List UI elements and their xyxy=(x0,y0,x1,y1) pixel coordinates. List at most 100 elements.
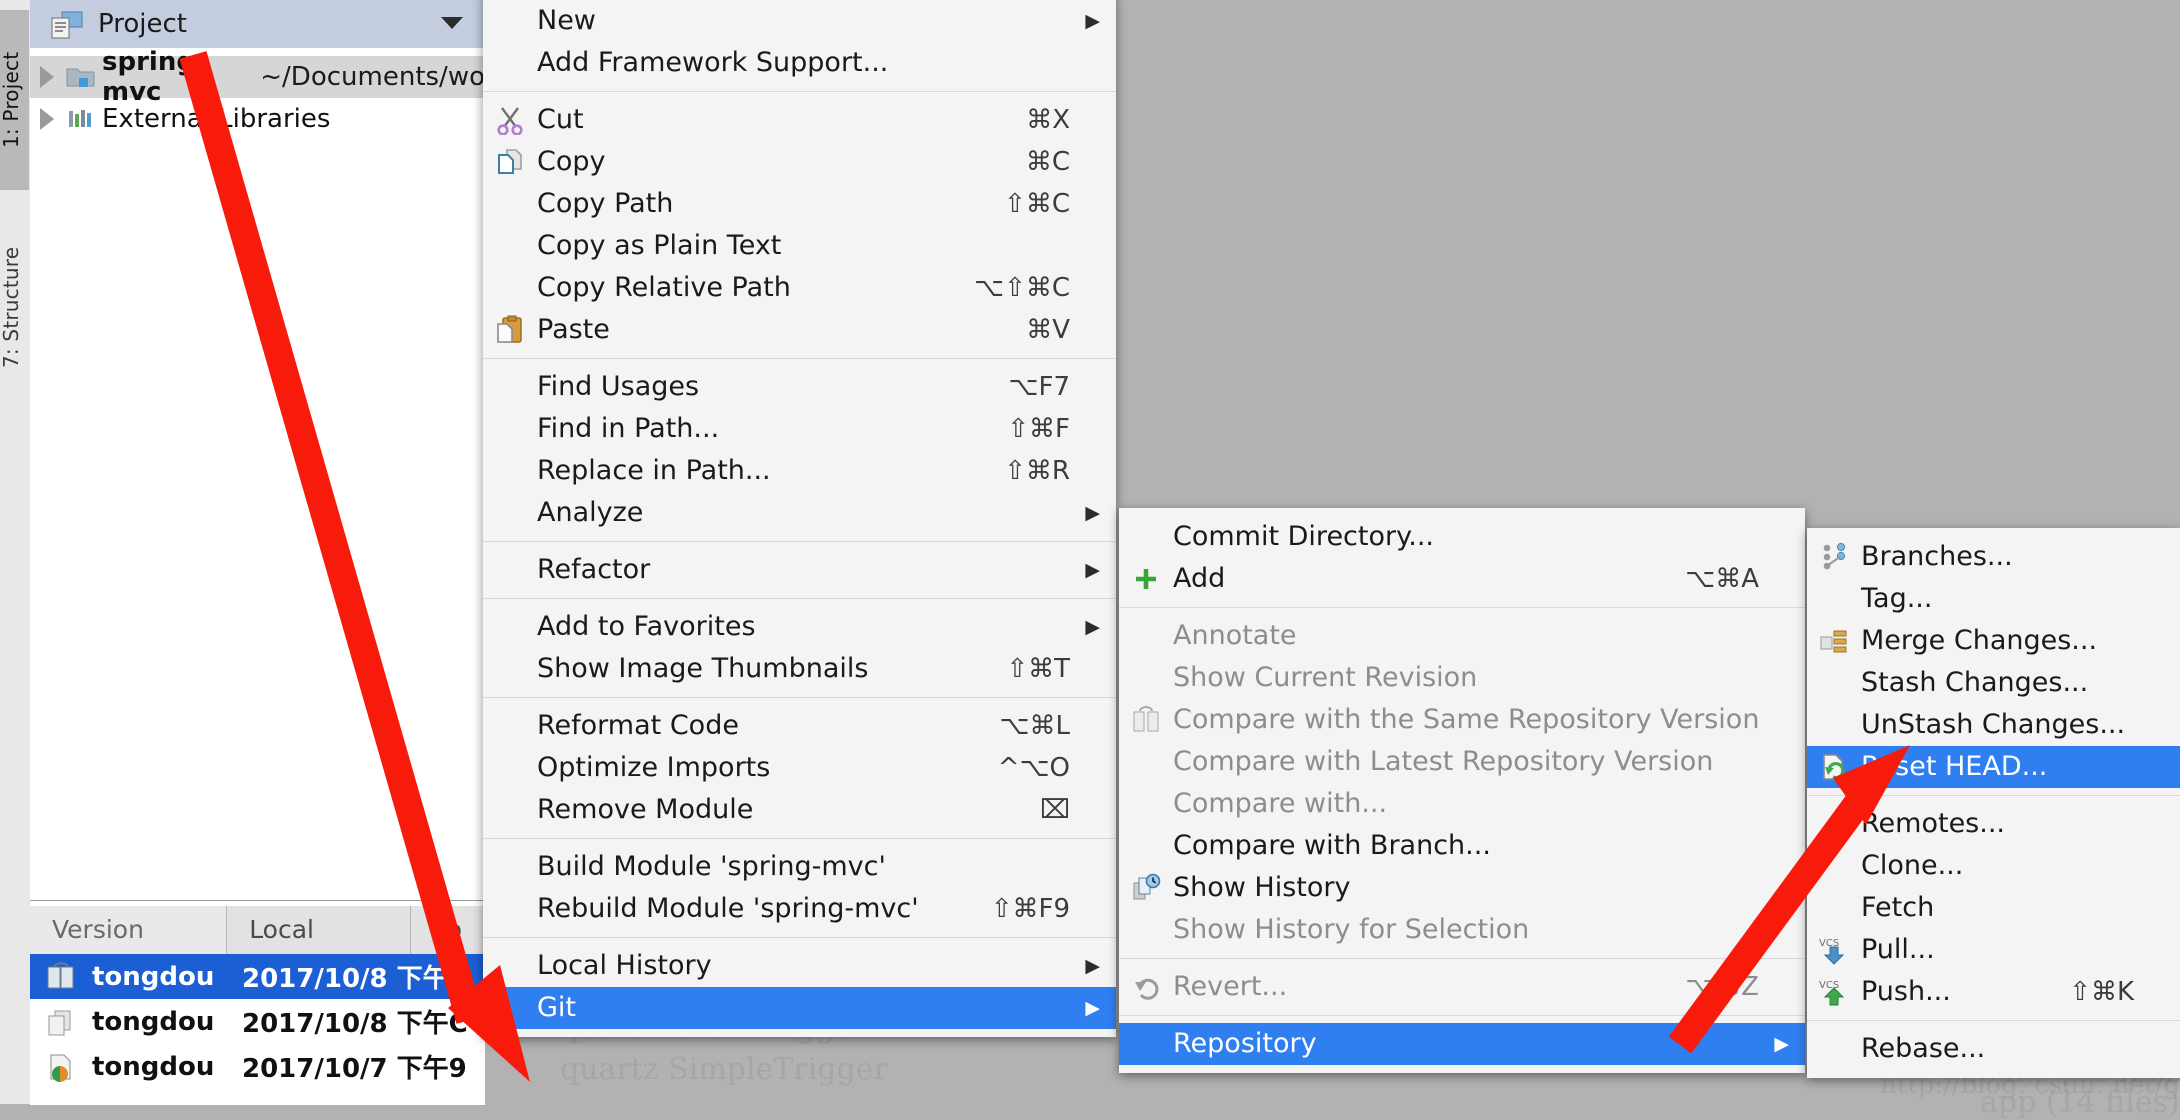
menu-item-add-to-favorites[interactable]: Add to Favorites▶ xyxy=(483,606,1116,648)
repository-submenu[interactable]: Branches...Tag...Merge Changes...Stash C… xyxy=(1807,528,2180,1078)
menu-item-copy-as-plain-text[interactable]: Copy as Plain Text xyxy=(483,225,1116,267)
project-context-menu[interactable]: New▶Add Framework Support...Cut⌘XCopy⌘CC… xyxy=(483,0,1116,1037)
menu-item-icon-slot xyxy=(1807,887,1861,929)
menu-item-compare-with[interactable]: Compare with... xyxy=(1119,783,1805,825)
menu-item-add[interactable]: Add⌥⌘A xyxy=(1119,558,1805,600)
menu-item-icon-slot xyxy=(483,747,537,789)
menu-item-label: Annotate xyxy=(1173,615,1759,657)
menu-item-remove-module[interactable]: Remove Module⌧ xyxy=(483,789,1116,831)
menu-item-tag[interactable]: Tag... xyxy=(1807,578,2180,620)
menu-item-clone[interactable]: Clone... xyxy=(1807,845,2180,887)
menu-item-label: Remotes... xyxy=(1861,803,2134,845)
tab-version-control[interactable]: Version Control: xyxy=(30,906,227,954)
menu-item-label: UnStash Changes... xyxy=(1861,704,2134,746)
menu-item-stash-changes[interactable]: Stash Changes... xyxy=(1807,662,2180,704)
menu-item-repository[interactable]: Repository▶ xyxy=(1119,1023,1805,1065)
tree-row-external-libraries[interactable]: External Libraries xyxy=(30,98,485,140)
menu-item-add-framework-support[interactable]: Add Framework Support... xyxy=(483,42,1116,84)
tree-row-path: ~/Documents/wo xyxy=(260,62,485,92)
compare-icon xyxy=(1119,699,1173,741)
menu-separator xyxy=(1119,607,1805,608)
chevron-down-icon[interactable] xyxy=(441,17,463,29)
menu-item-commit-directory[interactable]: Commit Directory... xyxy=(1119,516,1805,558)
menu-item-show-history[interactable]: Show History xyxy=(1119,867,1805,909)
table-row[interactable]: tongdou 2017/10/8 下午 xyxy=(30,954,485,999)
menu-item-optimize-imports[interactable]: Optimize Imports^⌥O xyxy=(483,747,1116,789)
table-row[interactable]: tongdou 2017/10/7 下午9 xyxy=(30,1044,485,1089)
tree-row-spring-mvc[interactable]: spring-mvc ~/Documents/wo xyxy=(30,56,485,98)
menu-item-icon-slot xyxy=(483,183,537,225)
tab-local-changes[interactable]: Local Changes xyxy=(227,906,411,954)
menu-item-label: Replace in Path... xyxy=(537,450,964,492)
menu-item-reset-head[interactable]: Reset HEAD... xyxy=(1807,746,2180,788)
menu-item-compare-with-latest-repository-version[interactable]: Compare with Latest Repository Version xyxy=(1119,741,1805,783)
commit-author: tongdou xyxy=(92,962,242,992)
menu-item-show-current-revision[interactable]: Show Current Revision xyxy=(1119,657,1805,699)
menu-item-shortcut: ^⌥O xyxy=(958,747,1070,789)
menu-item-compare-with-branch[interactable]: Compare with Branch... xyxy=(1119,825,1805,867)
menu-item-push[interactable]: VCSPush...⇧⌘K xyxy=(1807,971,2180,1013)
menu-item-shortcut: ⌘V xyxy=(986,309,1070,351)
menu-item-label: Compare with Latest Repository Version xyxy=(1173,741,1759,783)
menu-item-compare-with-the-same-repository-version[interactable]: Compare with the Same Repository Version xyxy=(1119,699,1805,741)
expander-arrow-icon[interactable] xyxy=(30,66,64,88)
menu-item-annotate[interactable]: Annotate xyxy=(1119,615,1805,657)
menu-item-paste[interactable]: Paste⌘V xyxy=(483,309,1116,351)
menu-item-icon-slot xyxy=(483,492,537,534)
menu-item-copy[interactable]: Copy⌘C xyxy=(483,141,1116,183)
menu-item-analyze[interactable]: Analyze▶ xyxy=(483,492,1116,534)
menu-item-icon-slot xyxy=(483,42,537,84)
tree-row-name: External Libraries xyxy=(102,104,330,134)
menu-item-shortcut: ⇧⌘F9 xyxy=(951,888,1070,930)
menu-item-icon-slot xyxy=(483,450,537,492)
expander-arrow-icon[interactable] xyxy=(30,108,64,130)
libraries-icon xyxy=(64,107,98,131)
menu-item-shortcut: ⌥⇧⌘C xyxy=(934,267,1070,309)
version-control-rows: tongdou 2017/10/8 下午 tongdou 2017/10/8 下… xyxy=(30,954,485,1089)
menu-item-label: Find in Path... xyxy=(537,408,967,450)
menu-item-fetch[interactable]: Fetch xyxy=(1807,887,2180,929)
menu-item-icon-slot xyxy=(483,606,537,648)
menu-item-icon-slot xyxy=(1807,803,1861,845)
menu-item-git[interactable]: Git▶ xyxy=(483,987,1116,1029)
menu-item-unstash-changes[interactable]: UnStash Changes... xyxy=(1807,704,2180,746)
sidebar-item-structure[interactable]: 7: Structure xyxy=(0,210,29,405)
menu-item-copy-relative-path[interactable]: Copy Relative Path⌥⇧⌘C xyxy=(483,267,1116,309)
sidebar-item-project[interactable]: 1: Project xyxy=(0,10,29,190)
menu-item-rebuild-module-spring-mvc[interactable]: Rebuild Module 'spring-mvc'⇧⌘F9 xyxy=(483,888,1116,930)
tool-window-stripe: 1: Project 7: Structure xyxy=(0,0,31,1104)
menu-item-show-image-thumbnails[interactable]: Show Image Thumbnails⇧⌘T xyxy=(483,648,1116,690)
menu-item-find-in-path[interactable]: Find in Path...⇧⌘F xyxy=(483,408,1116,450)
menu-item-rebase[interactable]: Rebase... xyxy=(1807,1028,2180,1070)
menu-item-remotes[interactable]: Remotes... xyxy=(1807,803,2180,845)
git-submenu[interactable]: Commit Directory...Add⌥⌘A AnnotateShow Cu… xyxy=(1119,508,1805,1073)
menu-item-copy-path[interactable]: Copy Path⇧⌘C xyxy=(483,183,1116,225)
menu-item-new[interactable]: New▶ xyxy=(483,0,1116,42)
menu-item-label: Copy Path xyxy=(537,183,964,225)
menu-item-icon-slot xyxy=(1807,578,1861,620)
menu-item-pull[interactable]: VCSPull... xyxy=(1807,929,2180,971)
copy-icon xyxy=(30,1007,92,1037)
table-row[interactable]: tongdou 2017/10/8 下午C xyxy=(30,999,485,1044)
menu-item-build-module-spring-mvc[interactable]: Build Module 'spring-mvc' xyxy=(483,846,1116,888)
menu-item-cut[interactable]: Cut⌘X xyxy=(483,99,1116,141)
menu-item-replace-in-path[interactable]: Replace in Path...⇧⌘R xyxy=(483,450,1116,492)
submenu-arrow-icon: ▶ xyxy=(1070,945,1100,987)
menu-item-find-usages[interactable]: Find Usages⌥F7 xyxy=(483,366,1116,408)
menu-item-merge-changes[interactable]: Merge Changes... xyxy=(1807,620,2180,662)
menu-item-revert[interactable]: Revert...⌥⌘Z xyxy=(1119,966,1805,1008)
menu-item-local-history[interactable]: Local History▶ xyxy=(483,945,1116,987)
menu-item-show-history-for-selection[interactable]: Show History for Selection xyxy=(1119,909,1805,951)
commit-icon xyxy=(30,962,92,992)
menu-item-reformat-code[interactable]: Reformat Code⌥⌘L xyxy=(483,705,1116,747)
tab-log[interactable]: Lo xyxy=(411,906,485,954)
sidebar-item-project-label: 1: Project xyxy=(0,52,23,148)
project-panel-header[interactable]: Project xyxy=(30,0,485,48)
menu-item-shortcut: ⌧ xyxy=(1000,789,1070,831)
menu-item-branches[interactable]: Branches... xyxy=(1807,536,2180,578)
commit-author: tongdou xyxy=(92,1007,242,1037)
menu-item-shortcut: ⌥F7 xyxy=(969,366,1070,408)
revert-icon xyxy=(1119,966,1173,1008)
menu-item-label: Rebuild Module 'spring-mvc' xyxy=(537,888,951,930)
menu-item-refactor[interactable]: Refactor▶ xyxy=(483,549,1116,591)
